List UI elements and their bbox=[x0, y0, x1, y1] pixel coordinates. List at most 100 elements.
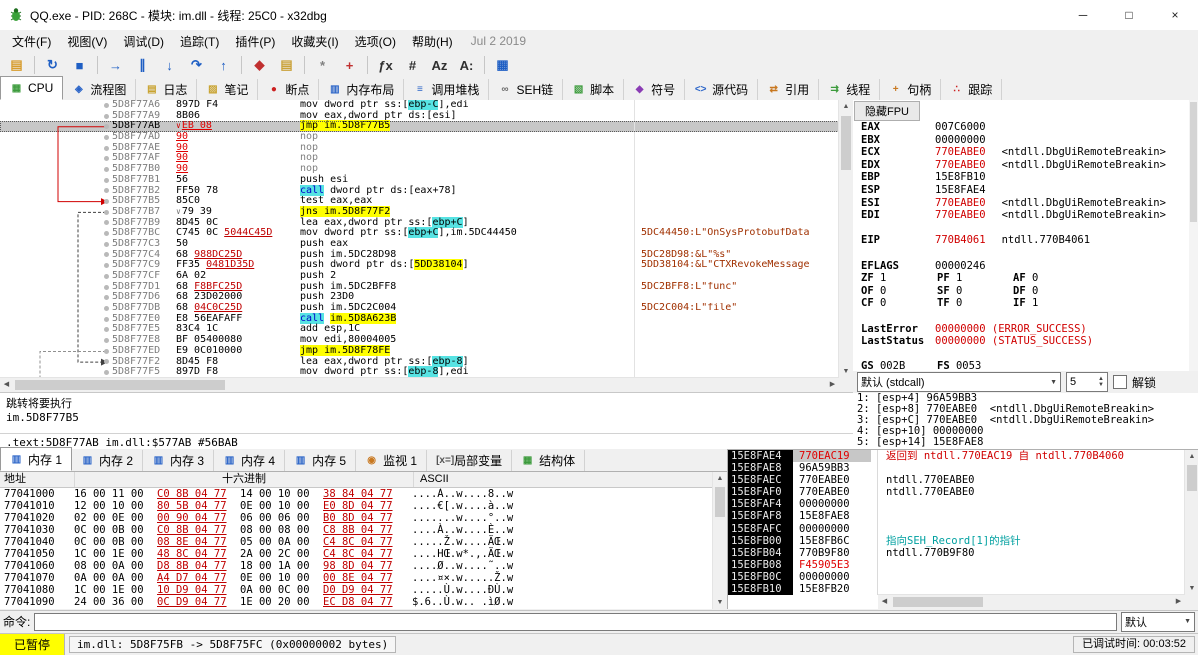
tab-日志[interactable]: ▤ 日志 bbox=[136, 79, 198, 100]
scroll-right-icon[interactable]: ▶ bbox=[1172, 595, 1185, 609]
argument-count-stepper[interactable]: 5 ▲ ▼ bbox=[1066, 372, 1108, 392]
breakpoint-dot[interactable] bbox=[104, 188, 109, 194]
register-row[interactable]: ESP 15E8FAE4 bbox=[853, 184, 1198, 197]
scroll-down-icon[interactable]: ▼ bbox=[1185, 582, 1198, 595]
stop-icon[interactable]: ■ bbox=[67, 54, 92, 76]
tab-源代码[interactable]: <> 源代码 bbox=[685, 79, 759, 100]
tab-局部变量[interactable]: [x=] 局部变量 bbox=[427, 450, 513, 471]
stack-row[interactable]: 15E8FAF0 770EABE0 ntdll.770EABE0 bbox=[728, 486, 1185, 499]
breakpoint-dot[interactable] bbox=[104, 220, 109, 226]
memory-dump-pane[interactable]: 地址 十六进制 ASCII 77041000 16 00 11 00 C0 8B 0… bbox=[0, 471, 728, 609]
scroll-left-icon[interactable]: ◀ bbox=[878, 595, 891, 609]
tab-句柄[interactable]: + 句柄 bbox=[880, 79, 942, 100]
register-row[interactable]: EIP 770B4061 ntdll.770B4061 bbox=[853, 234, 1198, 247]
notes-icon[interactable]: ▤ bbox=[274, 54, 299, 76]
dump-row[interactable]: 77041000 16 00 11 00 C0 8B 04 77 14 00 10 0… bbox=[0, 488, 713, 500]
dump-row[interactable]: 77041030 0C 00 0B 00 C0 8B 04 77 08 00 08 0… bbox=[0, 524, 713, 536]
patch-icon[interactable]: + bbox=[337, 54, 362, 76]
breakpoint-dot[interactable] bbox=[104, 348, 109, 354]
tab-内存 5[interactable]: ▥ 内存 5 bbox=[285, 450, 357, 471]
open-file-icon[interactable]: ▤ bbox=[4, 54, 29, 76]
stack-row[interactable]: 15E8FB0C 00000000 bbox=[728, 570, 1185, 584]
breakpoint-dot[interactable] bbox=[104, 156, 109, 162]
breakpoint-dot[interactable] bbox=[104, 273, 109, 279]
breakpoint-dot[interactable] bbox=[104, 199, 109, 205]
register-row[interactable]: ZF 1 PF 1 AF 0 bbox=[853, 272, 1198, 285]
register-row[interactable]: OF 0 SF 0 DF 0 bbox=[853, 285, 1198, 298]
stack-hscrollbar[interactable]: ◀ ▶ bbox=[878, 594, 1185, 609]
tab-流程图[interactable]: ◈ 流程图 bbox=[63, 79, 137, 100]
hide-fpu-button[interactable]: 隐藏FPU bbox=[854, 101, 920, 121]
edit-icon[interactable]: A: bbox=[454, 54, 479, 76]
disassembly-vscrollbar[interactable]: ▲ ▼ bbox=[838, 100, 853, 378]
tab-结构体[interactable]: ▦ 结构体 bbox=[512, 450, 586, 471]
tab-内存布局[interactable]: ▥ 内存布局 bbox=[319, 79, 405, 100]
stack-row[interactable]: 15E8FB08 F45905E3 bbox=[728, 558, 1185, 571]
stack-pane[interactable]: 15E8FAE4 770EAC19 返回到 ntdll.770EAC19 自 ntd… bbox=[727, 449, 1198, 609]
fx-icon[interactable]: ƒx bbox=[373, 54, 398, 76]
breakpoint-dot[interactable] bbox=[104, 316, 109, 322]
tab-引用[interactable]: ⇄ 引用 bbox=[758, 79, 820, 100]
stack-row[interactable]: 15E8FAFC 00000000 bbox=[728, 522, 1185, 535]
breakpoint-dot[interactable] bbox=[104, 102, 109, 108]
menu-item[interactable]: 帮助(H) bbox=[404, 33, 461, 51]
stack-row[interactable]: 15E8FAF8 15E8FAE8 bbox=[728, 510, 1185, 523]
tab-断点[interactable]: ● 断点 bbox=[258, 79, 320, 100]
register-row[interactable]: EBP 15E8FB10 bbox=[853, 171, 1198, 184]
dump-row[interactable]: 77041020 02 00 0E 00 00 90 04 77 06 00 06 0… bbox=[0, 512, 713, 524]
scrollbar-thumb[interactable] bbox=[715, 487, 725, 517]
menu-item[interactable]: 追踪(T) bbox=[172, 33, 227, 51]
breakpoint-dot[interactable] bbox=[104, 337, 109, 343]
breakpoint-dot[interactable] bbox=[104, 134, 109, 140]
tab-线程[interactable]: ⇉ 线程 bbox=[819, 79, 881, 100]
close-button[interactable]: × bbox=[1152, 0, 1198, 30]
registers-pane[interactable]: 隐藏FPU EAX 007C6000 EBX 00000000 ECX 770EABE0 <… bbox=[853, 100, 1198, 372]
register-row[interactable]: LastError 00000000 (ERROR_SUCCESS) bbox=[853, 323, 1198, 336]
scrollbar-thumb[interactable] bbox=[841, 116, 851, 170]
tab-SEH链[interactable]: ∞ SEH链 bbox=[489, 79, 564, 100]
register-row[interactable]: LastStatus 00000000 (STATUS_SUCCESS) bbox=[853, 335, 1198, 348]
scroll-right-icon[interactable]: ▶ bbox=[826, 378, 839, 392]
tab-内存 2[interactable]: ▥ 内存 2 bbox=[72, 450, 144, 471]
disassembly-hscrollbar[interactable]: ◀ ▶ bbox=[0, 377, 839, 392]
register-row[interactable]: ESI 770EABE0 <ntdll.DbgUiRemoteBreakin> bbox=[853, 197, 1198, 210]
dump-vscrollbar[interactable]: ▲ ▼ bbox=[712, 472, 727, 609]
menu-item[interactable]: 选项(O) bbox=[347, 33, 404, 51]
register-row[interactable]: EDI 770EABE0 <ntdll.DbgUiRemoteBreakin> bbox=[853, 209, 1198, 222]
az-icon[interactable]: Az bbox=[427, 54, 452, 76]
breakpoint-dot[interactable] bbox=[104, 284, 109, 290]
register-row[interactable]: CF 0 TF 0 IF 1 bbox=[853, 297, 1198, 310]
dump-row[interactable]: 77041090 24 00 36 00 0C D9 04 77 1E 00 20 0… bbox=[0, 596, 713, 608]
gear-icon[interactable]: * bbox=[310, 54, 335, 76]
tab-跟踪[interactable]: ∴ 跟踪 bbox=[941, 79, 1003, 100]
scroll-up-icon[interactable]: ▲ bbox=[839, 100, 853, 113]
breakpoint-dot[interactable] bbox=[104, 263, 109, 269]
argument-row[interactable]: 5: [esp+14] 15E8FAE8 bbox=[853, 437, 1198, 448]
maximize-button[interactable]: □ bbox=[1106, 0, 1152, 30]
tab-内存 4[interactable]: ▥ 内存 4 bbox=[214, 450, 286, 471]
breakpoint-dot[interactable] bbox=[104, 305, 109, 311]
breakpoint-dot[interactable] bbox=[104, 295, 109, 301]
run-to-return-icon[interactable]: ↑ bbox=[211, 54, 236, 76]
breakpoint-dot[interactable] bbox=[104, 166, 109, 172]
menu-item[interactable]: 视图(V) bbox=[59, 33, 115, 51]
breakpoint-dot[interactable] bbox=[104, 113, 109, 119]
breakpoint-dot[interactable] bbox=[104, 359, 109, 365]
tab-符号[interactable]: ◆ 符号 bbox=[624, 79, 686, 100]
stack-row[interactable]: 15E8FB04 770B9F80 ntdll.770B9F80 bbox=[728, 546, 1185, 559]
command-input[interactable] bbox=[34, 612, 1117, 631]
arguments-pane[interactable]: 1: [esp+4] 96A59BB3 2: [esp+8] 770EABE0 <… bbox=[853, 393, 1198, 449]
computer-icon[interactable]: ▦ bbox=[490, 54, 515, 76]
tab-调用堆栈[interactable]: ≡ 调用堆栈 bbox=[404, 79, 490, 100]
calling-convention-select[interactable]: 默认 (stdcall) ▼ bbox=[857, 372, 1061, 392]
breakpoint-dot[interactable] bbox=[104, 209, 109, 215]
register-row[interactable]: EBX 00000000 bbox=[853, 134, 1198, 147]
minimize-button[interactable]: ─ bbox=[1060, 0, 1106, 30]
trace-icon[interactable]: ◆ bbox=[247, 54, 272, 76]
scroll-down-icon[interactable]: ▼ bbox=[713, 596, 727, 609]
stack-row[interactable]: 15E8FAE4 770EAC19 返回到 ntdll.770EAC19 自 ntd… bbox=[728, 450, 1185, 463]
breakpoint-dot[interactable] bbox=[104, 145, 109, 151]
disassembly-pane[interactable]: 5D8F77A6 897D F4 mov dword ptr ss:[ebp-C],… bbox=[0, 100, 854, 392]
dump-row[interactable]: 77041050 1C 00 1E 00 48 8C 04 77 2A 00 2C 0… bbox=[0, 548, 713, 560]
breakpoint-dot[interactable] bbox=[104, 370, 109, 376]
